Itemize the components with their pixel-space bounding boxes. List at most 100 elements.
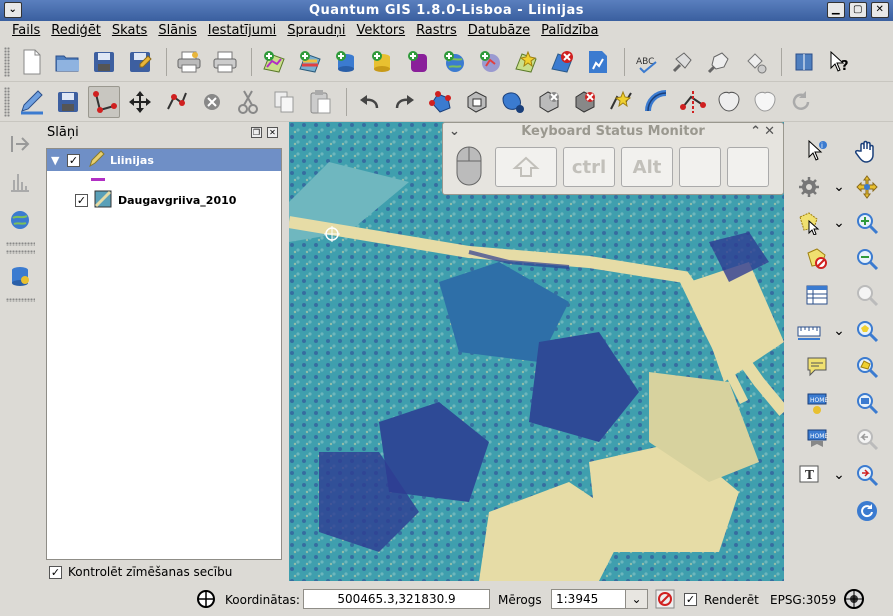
identify-features-icon[interactable]: i bbox=[802, 136, 832, 166]
add-part-icon[interactable] bbox=[497, 86, 529, 118]
zoom-native-icon[interactable] bbox=[852, 388, 882, 418]
minimize-icon[interactable]: ▁ bbox=[827, 2, 845, 18]
attribute-table-icon[interactable] bbox=[802, 280, 832, 310]
add-delimited-text-icon[interactable] bbox=[582, 46, 614, 78]
delete-selected-icon[interactable] bbox=[196, 86, 228, 118]
new-shapefile-icon[interactable] bbox=[510, 46, 542, 78]
zoom-last-icon[interactable] bbox=[852, 424, 882, 454]
print-composer-icon[interactable] bbox=[173, 46, 205, 78]
strip-grip[interactable] bbox=[6, 242, 35, 246]
globe-icon[interactable] bbox=[4, 204, 36, 236]
menu-skats[interactable]: Skats bbox=[106, 21, 152, 41]
whats-this-icon[interactable]: ? bbox=[824, 46, 856, 78]
menu-vektors[interactable]: Vektors bbox=[350, 21, 410, 41]
chevron-down-icon[interactable]: ⌄ bbox=[824, 316, 854, 346]
add-postgis-layer-icon[interactable] bbox=[330, 46, 362, 78]
layer-item-daugavgriiva[interactable]: ✓ Daugavgriiva_2010 bbox=[47, 189, 281, 211]
add-vector-layer-icon[interactable] bbox=[258, 46, 290, 78]
reshape-features-icon[interactable] bbox=[605, 86, 637, 118]
add-wfs-layer-icon[interactable] bbox=[474, 46, 506, 78]
zoom-to-layer-icon[interactable] bbox=[852, 352, 882, 382]
select-features-icon[interactable] bbox=[794, 208, 824, 238]
menu-rastrs[interactable]: Rastrs bbox=[410, 21, 462, 41]
zoom-to-selection-icon[interactable] bbox=[852, 316, 882, 346]
add-spatialite-layer-icon[interactable] bbox=[366, 46, 398, 78]
layer-tree[interactable]: ▼ ✓ Liinijas ✓ Daugavgriiva_2010 bbox=[46, 148, 282, 560]
database-icon[interactable] bbox=[4, 260, 36, 292]
measure-line-icon[interactable] bbox=[794, 316, 824, 346]
zoom-in-icon[interactable] bbox=[852, 208, 882, 238]
menu-datubaze[interactable]: Datubāze bbox=[462, 21, 535, 41]
text-annotation-icon[interactable]: T bbox=[794, 460, 824, 490]
chevron-down-icon[interactable]: ⌄ bbox=[824, 208, 854, 238]
split-features-icon[interactable] bbox=[677, 86, 709, 118]
capture-line-icon[interactable] bbox=[88, 85, 120, 118]
plugin-manager-icon[interactable] bbox=[703, 46, 735, 78]
merge-attributes-icon[interactable] bbox=[749, 86, 781, 118]
render-order-control[interactable]: ✓ Kontrolēt zīmēšanas secību bbox=[49, 565, 232, 579]
new-bookmark-icon[interactable]: HOME bbox=[802, 388, 832, 418]
strip-grip[interactable] bbox=[6, 298, 35, 302]
menu-rediget[interactable]: Rediģēt bbox=[45, 21, 106, 41]
scale-combobox[interactable]: 1:3945 ⌄ bbox=[551, 589, 648, 609]
help-contents-icon[interactable] bbox=[788, 46, 820, 78]
crs-label[interactable]: EPSG:3059 bbox=[770, 593, 836, 607]
pan-to-selection-icon[interactable] bbox=[852, 172, 882, 202]
delete-ring-icon[interactable] bbox=[533, 86, 565, 118]
python-console-icon[interactable] bbox=[739, 46, 771, 78]
strip-grip[interactable] bbox=[6, 250, 35, 254]
collapse-icon[interactable]: ⌄ bbox=[449, 123, 460, 141]
move-feature-icon[interactable] bbox=[124, 86, 156, 118]
merge-features-icon[interactable] bbox=[713, 86, 745, 118]
offset-curve-icon[interactable] bbox=[641, 86, 673, 118]
toolbar-grip[interactable] bbox=[4, 86, 10, 117]
coordinate-toggle-icon[interactable] bbox=[196, 588, 216, 610]
close-panel-icon[interactable]: ✕ bbox=[267, 127, 278, 138]
node-tool-icon[interactable] bbox=[160, 86, 192, 118]
new-project-icon[interactable] bbox=[16, 46, 48, 78]
delete-part-icon[interactable] bbox=[569, 86, 601, 118]
open-project-icon[interactable] bbox=[52, 46, 84, 78]
menu-spraudni[interactable]: Spraudņi bbox=[281, 21, 350, 41]
window-menu-icon[interactable]: ⌄ bbox=[4, 2, 22, 18]
menu-iestatijumi[interactable]: Iestatījumi bbox=[202, 21, 282, 41]
copy-features-icon[interactable] bbox=[268, 86, 300, 118]
redo-icon[interactable] bbox=[389, 86, 421, 118]
shade-icon[interactable]: ⌃ bbox=[750, 123, 761, 141]
add-mssql-layer-icon[interactable] bbox=[402, 46, 434, 78]
chevron-down-icon[interactable]: ⌄ bbox=[824, 172, 854, 202]
render-checkbox[interactable]: ✓ bbox=[684, 593, 697, 606]
cut-features-icon[interactable] bbox=[232, 86, 264, 118]
printer-icon[interactable] bbox=[209, 46, 241, 78]
layer-visibility-checkbox[interactable]: ✓ bbox=[75, 193, 88, 207]
run-action-icon[interactable] bbox=[794, 172, 824, 202]
toggle-editing-icon[interactable] bbox=[16, 86, 48, 118]
pan-map-icon[interactable] bbox=[852, 136, 882, 166]
paste-features-icon[interactable] bbox=[304, 86, 336, 118]
maximize-icon[interactable]: ▢ bbox=[849, 2, 867, 18]
plugin-installer-icon[interactable] bbox=[667, 46, 699, 78]
toolbar-grip[interactable] bbox=[4, 46, 10, 77]
close-icon[interactable]: ✕ bbox=[764, 123, 775, 141]
refresh-icon[interactable] bbox=[852, 496, 882, 526]
add-raster-layer-icon[interactable] bbox=[294, 46, 326, 78]
collapse-arrow-icon[interactable]: ▼ bbox=[51, 154, 67, 167]
remove-layer-icon[interactable] bbox=[546, 46, 578, 78]
render-order-checkbox[interactable]: ✓ bbox=[49, 565, 62, 579]
zoom-full-icon[interactable] bbox=[852, 280, 882, 310]
layer-visibility-checkbox[interactable]: ✓ bbox=[67, 153, 80, 167]
zoom-out-icon[interactable] bbox=[852, 244, 882, 274]
zoom-next-icon[interactable] bbox=[852, 460, 882, 490]
menu-fails[interactable]: Fails bbox=[6, 21, 45, 41]
save-project-icon[interactable] bbox=[88, 46, 120, 78]
map-tips-icon[interactable] bbox=[802, 352, 832, 382]
stop-render-icon[interactable] bbox=[655, 589, 675, 609]
chevron-down-icon[interactable]: ⌄ bbox=[625, 590, 647, 608]
deselect-features-icon[interactable] bbox=[802, 244, 832, 274]
simplify-feature-icon[interactable] bbox=[425, 86, 457, 118]
undo-icon[interactable] bbox=[353, 86, 385, 118]
add-wms-layer-icon[interactable] bbox=[438, 46, 470, 78]
menu-slanis[interactable]: Slānis bbox=[152, 21, 201, 41]
layer-item-liinijas[interactable]: ▼ ✓ Liinijas bbox=[47, 149, 281, 171]
add-ring-icon[interactable] bbox=[461, 86, 493, 118]
